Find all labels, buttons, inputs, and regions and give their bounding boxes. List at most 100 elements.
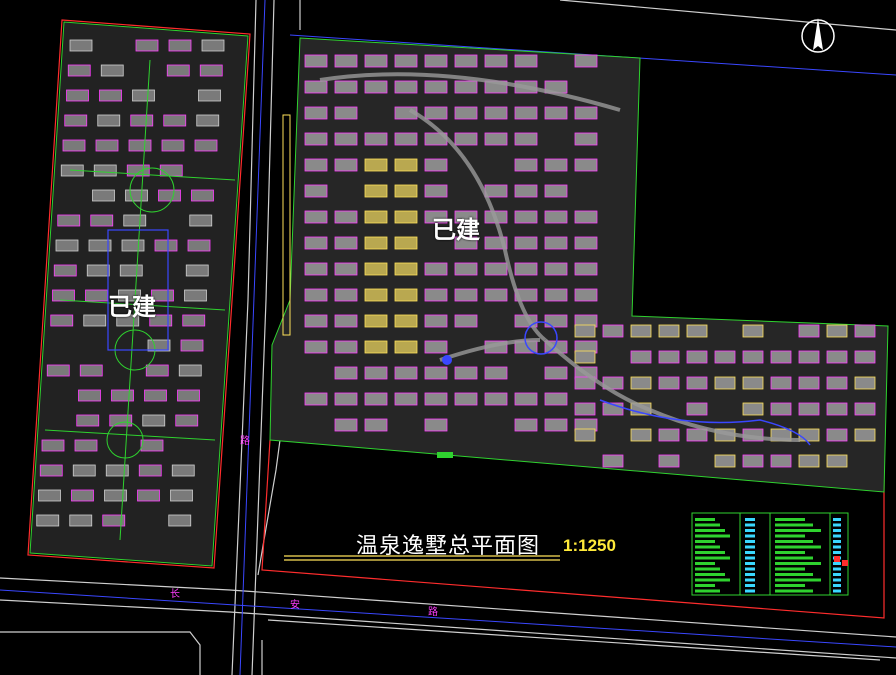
building-footprint (833, 551, 841, 554)
building-footprint (36, 514, 60, 527)
building-footprint (775, 551, 805, 554)
building-footprint (454, 314, 478, 328)
building-footprint (198, 89, 221, 102)
building-footprint (334, 132, 358, 146)
building-footprint (770, 402, 792, 416)
building-footprint (833, 523, 841, 527)
building-footprint (364, 184, 388, 198)
building-footprint (201, 39, 225, 52)
building-footprint (514, 184, 538, 198)
building-footprint (364, 132, 388, 146)
building-footprint (514, 392, 538, 406)
building-footprint (775, 578, 821, 582)
building-footprint (745, 534, 755, 538)
building-footprint (484, 184, 508, 198)
building-footprint (544, 236, 568, 250)
building-footprint (394, 184, 418, 198)
building-footprint (334, 210, 358, 224)
building-footprint (158, 189, 181, 202)
building-footprint (745, 562, 755, 565)
building-footprint (574, 132, 598, 146)
building-footprint (798, 454, 820, 468)
building-footprint (72, 464, 96, 477)
building-footprint (64, 114, 88, 127)
building-footprint (544, 392, 568, 406)
building-footprint (833, 589, 841, 593)
building-footprint (695, 545, 720, 549)
building-footprint (630, 376, 652, 390)
building-footprint (196, 114, 220, 127)
building-footprint (394, 262, 418, 276)
building-footprint (544, 106, 568, 120)
building-footprint (833, 573, 841, 576)
building-footprint (745, 578, 755, 582)
building-footprint (775, 518, 805, 521)
building-footprint (686, 376, 708, 390)
building-footprint (304, 210, 328, 224)
building-footprint (364, 340, 388, 354)
building-footprint (695, 529, 725, 532)
building-footprint (775, 573, 813, 576)
building-footprint (170, 489, 193, 502)
building-footprint (454, 54, 478, 68)
building-footprint (695, 540, 715, 543)
road-label-lu-horizontal: 路 (428, 607, 438, 618)
building-footprint (184, 289, 207, 302)
building-footprint (69, 514, 93, 527)
building-footprint (574, 262, 598, 276)
building-footprint (775, 529, 821, 532)
building-footprint (775, 534, 805, 538)
building-footprint (544, 210, 568, 224)
right-block (269, 37, 889, 493)
building-footprint (833, 540, 841, 543)
building-footprint (798, 402, 820, 416)
building-footprint (826, 350, 848, 364)
building-footprint (128, 139, 152, 152)
building-footprint (833, 529, 841, 532)
site-plan-drawing (0, 0, 896, 675)
building-footprint (52, 289, 75, 302)
building-footprint (602, 454, 624, 468)
building-footprint (394, 340, 418, 354)
building-footprint (833, 567, 841, 571)
building-footprint (514, 236, 538, 250)
building-footprint (742, 324, 764, 338)
building-footprint (304, 392, 328, 406)
building-footprint (745, 529, 755, 532)
building-footprint (630, 428, 652, 442)
building-footprint (658, 376, 680, 390)
building-footprint (93, 164, 117, 177)
built-label-right: 已建 (432, 216, 480, 244)
building-footprint (658, 324, 680, 338)
building-footprint (168, 514, 192, 527)
building-footprint (574, 350, 596, 364)
building-footprint (180, 339, 204, 352)
building-footprint (159, 164, 183, 177)
building-footprint (658, 428, 680, 442)
building-footprint (798, 324, 820, 338)
building-footprint (854, 350, 876, 364)
building-footprint (334, 106, 358, 120)
building-footprint (364, 366, 388, 380)
building-footprint (304, 340, 328, 354)
building-footprint (658, 454, 680, 468)
building-footprint (394, 392, 418, 406)
building-footprint (574, 210, 598, 224)
building-footprint (364, 418, 388, 432)
building-footprint (334, 262, 358, 276)
building-footprint (854, 324, 876, 338)
building-footprint (686, 428, 708, 442)
building-footprint (364, 80, 388, 94)
building-footprint (46, 364, 70, 377)
building-footprint (166, 64, 190, 77)
building-footprint (138, 464, 162, 477)
building-footprint (334, 288, 358, 302)
building-footprint (686, 324, 708, 338)
building-footprint (62, 139, 86, 152)
building-footprint (334, 366, 358, 380)
building-footprint (714, 350, 736, 364)
building-footprint (85, 289, 108, 302)
building-footprint (826, 402, 848, 416)
building-footprint (574, 54, 598, 68)
building-footprint (67, 64, 91, 77)
